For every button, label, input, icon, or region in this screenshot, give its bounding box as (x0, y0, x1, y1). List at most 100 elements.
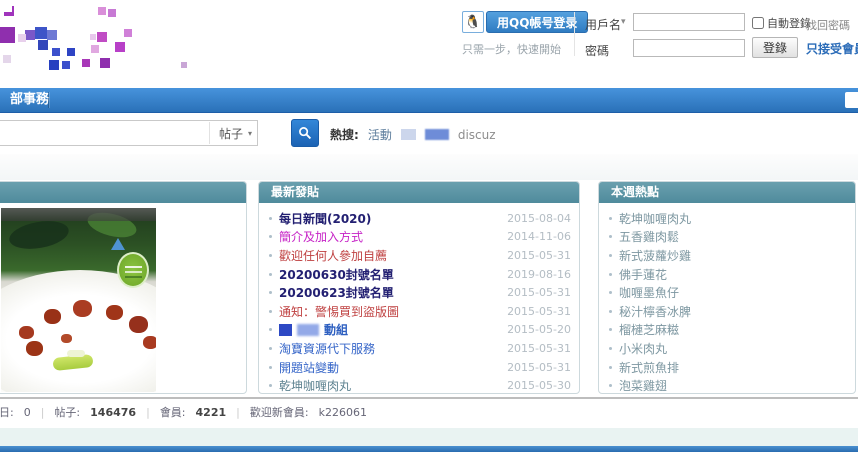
qq-login-block: 🐧 用QQ帳号登录 (462, 11, 588, 33)
hot-post-link[interactable]: 五香雞肉鬆 (619, 228, 847, 245)
slideshow-photo[interactable] (1, 208, 156, 392)
censored-hot-link[interactable] (401, 129, 416, 140)
censored-hot-link[interactable] (425, 129, 449, 140)
post-date: 2015-05-31 (501, 342, 571, 355)
post-link[interactable]: 歡迎任何人參加自薦 (279, 247, 501, 264)
find-password-link[interactable]: 找回密碼 (806, 17, 850, 33)
post-link[interactable]: 乾坤咖喱肉丸 (279, 377, 501, 394)
post-link[interactable]: 開題站變動 (279, 359, 501, 376)
bullet-icon (269, 254, 272, 257)
search-button[interactable] (291, 119, 319, 147)
stat-welcome-label: 歡迎新會員: (250, 404, 309, 420)
latest-posts-header: 最新發貼 (259, 182, 579, 203)
logo-pixel-art (2, 2, 12, 12)
photo-garnish (67, 350, 85, 357)
weekly-hot-header: 本週熱點 (599, 182, 855, 203)
post-row: 簡介及加入方式 2014-11-06 (269, 228, 571, 247)
hot-search-link-activity[interactable]: 活動 (368, 126, 392, 143)
hot-search-link-discuz[interactable]: discuz (458, 128, 496, 142)
search-icon (298, 126, 312, 140)
stat-welcome-value: k226061 (319, 406, 367, 419)
password-input[interactable] (633, 39, 745, 57)
post-link[interactable]: 20200623封號名單 (279, 284, 501, 301)
search-type-dropdown[interactable]: 帖子 ▾ (209, 122, 252, 144)
search-bar[interactable]: 帖子 ▾ (0, 120, 258, 146)
hot-post-link[interactable]: 乾坤咖喱肉丸 (619, 210, 847, 227)
stats-separator: | (146, 406, 150, 419)
footer-blue-bar (0, 446, 858, 452)
hot-post-link[interactable]: 佛手蓮花 (619, 266, 847, 283)
auto-login-label: 自動登錄 (767, 15, 811, 31)
qq-penguin-icon: 🐧 (462, 11, 484, 33)
hot-post-row: 榴槤芝麻糍 (609, 321, 847, 340)
post-link[interactable]: 20200630封號名單 (279, 266, 501, 283)
hot-post-row: 五香雞肉鬆 (609, 228, 847, 247)
post-row: 每日新聞(2020) 2015-08-04 (269, 209, 571, 228)
photo-watermark-triangle (111, 238, 125, 250)
header-divider (574, 12, 575, 56)
username-dropdown-icon[interactable]: ▾ (621, 17, 626, 27)
post-date: 2015-05-31 (501, 286, 571, 299)
post-row: 20200630封號名單 2019-08-16 (269, 265, 571, 284)
post-row: 20200623封號名單 2015-05-31 (269, 283, 571, 302)
nav-search-box[interactable] (845, 92, 858, 108)
hot-post-row: 乾坤咖喱肉丸 (609, 209, 847, 228)
latest-posts-panel: 最新發貼 每日新聞(2020) 2015-08-04 簡介及加入方式 2014-… (258, 181, 580, 394)
slideshow-panel-header (0, 182, 246, 203)
post-link[interactable]: 淘寶資源代下服務 (279, 340, 501, 357)
bullet-icon (609, 366, 612, 369)
bullet-icon (609, 310, 612, 313)
hot-post-link[interactable]: 新式菠蘿炒雞 (619, 247, 847, 264)
chevron-down-icon: ▾ (248, 129, 252, 138)
stat-members-label: 會員: (160, 404, 186, 420)
photo-watermark-badge (117, 252, 149, 288)
post-date: 2015-08-04 (501, 212, 571, 225)
stats-divider-line (0, 397, 858, 399)
bullet-icon (269, 366, 272, 369)
bullet-icon (269, 291, 272, 294)
hot-post-link[interactable]: 秘汁檸香冰脾 (619, 303, 847, 320)
hot-post-link[interactable]: 新式煎魚排 (619, 359, 847, 376)
bullet-icon (609, 217, 612, 220)
login-button[interactable]: 登錄 (752, 37, 798, 58)
bullet-icon (269, 217, 272, 220)
photo-food (19, 326, 34, 339)
auto-login-checkbox[interactable] (752, 17, 764, 29)
bullet-icon (609, 254, 612, 257)
auto-login-option[interactable]: 自動登錄 (752, 15, 811, 31)
username-input[interactable] (633, 13, 745, 31)
stat-members-value: 4221 (196, 406, 227, 419)
hot-post-row: 小米肉丸 (609, 339, 847, 358)
photo-foliage (7, 217, 71, 253)
members-only-link[interactable]: 只接受會員 (806, 40, 858, 57)
post-link[interactable]: 通知：警惕買到盜版圖 (279, 303, 501, 320)
post-link[interactable]: 簡介及加入方式 (279, 228, 501, 245)
hot-post-link[interactable]: 榴槤芝麻糍 (619, 321, 847, 338)
username-label: 用戶名 (585, 16, 621, 33)
post-date: 2015-05-31 (501, 249, 571, 262)
post-date: 2015-05-30 (501, 379, 571, 392)
post-date: 2014-11-06 (501, 230, 571, 243)
post-date: 2019-08-16 (501, 268, 571, 281)
hot-post-row: 佛手蓮花 (609, 265, 847, 284)
bullet-icon (609, 235, 612, 238)
nav-divider (48, 92, 50, 108)
post-link[interactable]: 每日新聞(2020) (279, 210, 501, 227)
slideshow-panel (0, 181, 247, 394)
hot-post-link[interactable]: 小米肉丸 (619, 340, 847, 357)
post-link[interactable]: 動組 (324, 321, 501, 338)
section-divider-band (0, 154, 858, 180)
stat-yesterday-label: 昨日: (0, 404, 14, 420)
hot-post-row: 泡菜雞翅 (609, 376, 847, 395)
site-logo-censored[interactable] (2, 2, 212, 80)
censored-block[interactable] (279, 324, 292, 336)
censored-block[interactable] (297, 324, 319, 336)
post-row: 淘寶資源代下服務 2015-05-31 (269, 339, 571, 358)
stat-posts-value: 146476 (90, 406, 136, 419)
post-date: 2015-05-20 (501, 323, 571, 336)
password-label: 密碼 (585, 42, 609, 59)
latest-posts-list: 每日新聞(2020) 2015-08-04 簡介及加入方式 2014-11-06… (259, 203, 579, 395)
hot-post-link[interactable]: 泡菜雞翅 (619, 377, 847, 394)
hot-post-row: 咖喱墨魚仔 (609, 283, 847, 302)
hot-post-link[interactable]: 咖喱墨魚仔 (619, 284, 847, 301)
